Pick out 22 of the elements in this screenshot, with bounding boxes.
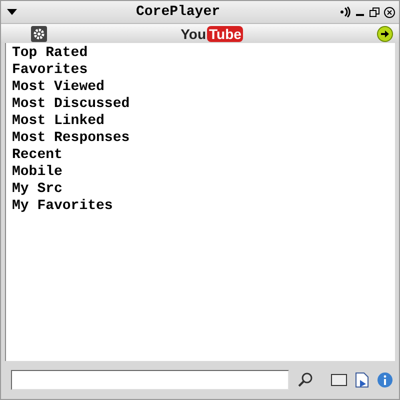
menu-item[interactable]: Most Responses — [12, 130, 389, 147]
menu-item[interactable]: Top Rated — [12, 45, 389, 62]
screen-icon[interactable] — [331, 374, 347, 386]
search-field[interactable] — [11, 370, 289, 390]
close-icon[interactable] — [384, 6, 395, 18]
restore-icon[interactable] — [369, 6, 380, 18]
menu-item[interactable]: My Src — [12, 181, 389, 198]
menu-item[interactable]: My Favorites — [12, 198, 389, 215]
video-logo: You Tube — [180, 26, 244, 42]
menu-caret-icon[interactable] — [7, 9, 17, 15]
menu-item[interactable]: Most Viewed — [12, 79, 389, 96]
menu-item[interactable]: Most Linked — [12, 113, 389, 130]
settings-icon[interactable] — [31, 26, 47, 42]
menu-item[interactable]: Favorites — [12, 62, 389, 79]
document-icon[interactable] — [355, 372, 369, 388]
menu-item[interactable]: Mobile — [12, 164, 389, 181]
menu-item[interactable]: Recent — [12, 147, 389, 164]
info-icon[interactable] — [377, 372, 393, 388]
signal-icon[interactable] — [339, 6, 351, 18]
search-icon[interactable] — [297, 372, 313, 388]
menu-item[interactable]: Most Discussed — [12, 96, 389, 113]
window-title: CorePlayer — [134, 4, 221, 20]
